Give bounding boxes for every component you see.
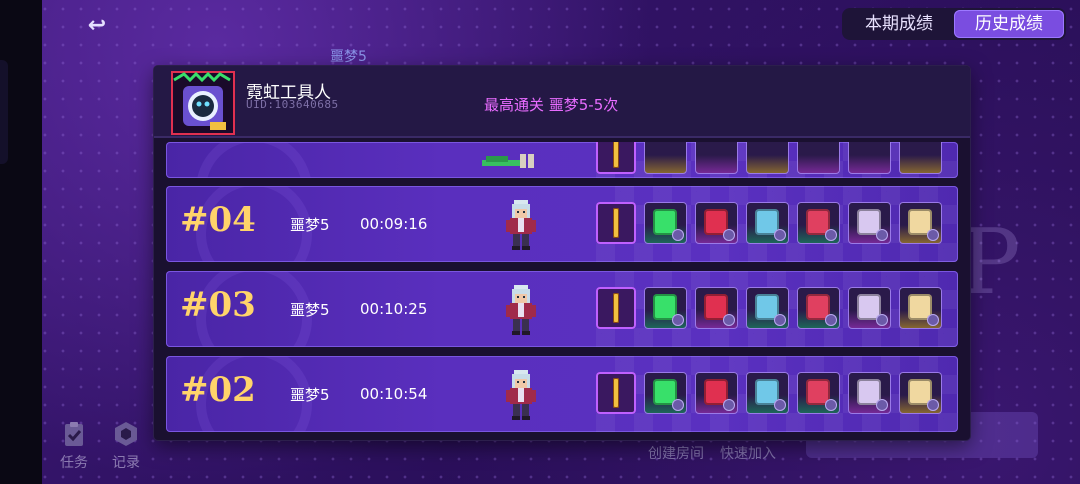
scroll-map-icon[interactable] [899,287,942,329]
background-level-label: 噩梦5 [330,49,367,65]
item-level-badge [876,399,888,411]
item-level-badge [672,314,684,326]
green-crystal-icon[interactable] [644,202,687,244]
tablet-device-icon[interactable] [746,202,789,244]
record-level: 噩梦5 [290,301,330,319]
record-level: 噩梦5 [290,216,330,234]
back-arrow-icon[interactable]: ↩ [80,14,114,38]
heart-pendant-icon[interactable] [797,372,840,414]
screen-edge [0,0,42,484]
tablet-device-icon[interactable] [746,372,789,414]
heart-pendant-icon[interactable] [797,202,840,244]
tab-current-season[interactable]: 本期成绩 [844,10,954,38]
record-items [596,142,942,176]
item-slot[interactable] [746,142,789,174]
records-button[interactable]: 记录 [106,420,146,472]
hero-character-icon [506,370,536,420]
red-orb-icon[interactable] [695,287,738,329]
item-level-badge [927,399,939,411]
item-slot[interactable] [848,142,891,174]
tab-history[interactable]: 历史成绩 [954,10,1064,38]
red-orb-icon[interactable] [695,372,738,414]
rune-card-icon[interactable] [848,287,891,329]
record-items [596,372,942,416]
scroll-map-icon[interactable] [899,202,942,244]
bottom-links: 创建房间 快速加入 [648,443,776,463]
green-crystal-icon[interactable] [644,287,687,329]
tablet-device-icon[interactable] [746,287,789,329]
record-items [596,287,942,331]
clipboard-check-icon [65,422,83,446]
record-rank: #02 [180,370,256,410]
golden-staff-icon[interactable] [596,202,636,244]
tasks-button[interactable]: 任务 [54,420,94,472]
player-avatar [171,71,235,135]
game-screen: ↩ 本期成绩 历史成绩 噩梦5 P 任务 记录 创建房间 快速加入 霓虹工具人 … [0,0,1080,484]
record-row[interactable]: #03 噩梦5 00:10:25 [166,271,958,347]
record-time: 00:09:16 [360,215,428,233]
record-row-partial[interactable] [166,142,958,178]
records-label: 记录 [112,455,140,471]
item-level-badge [723,399,735,411]
item-slot[interactable] [644,142,687,174]
golden-staff-icon[interactable] [596,287,636,329]
item-slot[interactable] [797,142,840,174]
item-level-badge [723,229,735,241]
history-records-panel: 霓虹工具人 UID:103640685 最高通关 噩梦5-5次 #04 噩梦5 … [154,66,970,440]
record-level: 噩梦5 [290,386,330,404]
hero-character-icon [506,200,536,250]
item-level-badge [672,229,684,241]
record-rank: #03 [180,285,256,325]
record-row[interactable]: #04 噩梦5 00:09:16 [166,186,958,262]
player-uid: UID:103640685 [246,98,339,111]
scroll-map-icon[interactable] [899,372,942,414]
record-items [596,202,942,246]
item-level-badge [774,229,786,241]
golden-staff-icon[interactable] [596,372,636,414]
item-slot[interactable] [899,142,942,174]
golden-staff-icon[interactable] [596,142,636,174]
item-level-badge [774,314,786,326]
camera-notch [0,60,8,164]
crocodile-pet-icon [482,154,534,168]
best-clear-text: 最高通关 噩梦5-5次 [484,96,619,114]
hexagon-badge-icon [115,422,137,446]
record-rank: #04 [180,200,256,240]
create-room-link[interactable]: 创建房间 [648,443,704,463]
record-time: 00:10:25 [360,300,428,318]
item-level-badge [825,314,837,326]
item-level-badge [825,399,837,411]
record-row[interactable]: #02 噩梦5 00:10:54 [166,356,958,432]
heart-pendant-icon[interactable] [797,287,840,329]
player-header: 霓虹工具人 UID:103640685 最高通关 噩梦5-5次 [154,66,970,138]
item-level-badge [723,314,735,326]
item-level-badge [825,229,837,241]
item-level-badge [876,314,888,326]
item-level-badge [927,229,939,241]
red-orb-icon[interactable] [695,202,738,244]
record-tabs: 本期成绩 历史成绩 [842,8,1066,40]
item-slot[interactable] [695,142,738,174]
rune-card-icon[interactable] [848,372,891,414]
record-time: 00:10:54 [360,385,428,403]
rune-card-icon[interactable] [848,202,891,244]
item-level-badge [927,314,939,326]
item-level-badge [876,229,888,241]
item-level-badge [672,399,684,411]
hero-character-icon [506,285,536,335]
quick-join-link[interactable]: 快速加入 [720,443,776,463]
green-crystal-icon[interactable] [644,372,687,414]
tasks-label: 任务 [60,455,88,471]
item-level-badge [774,399,786,411]
